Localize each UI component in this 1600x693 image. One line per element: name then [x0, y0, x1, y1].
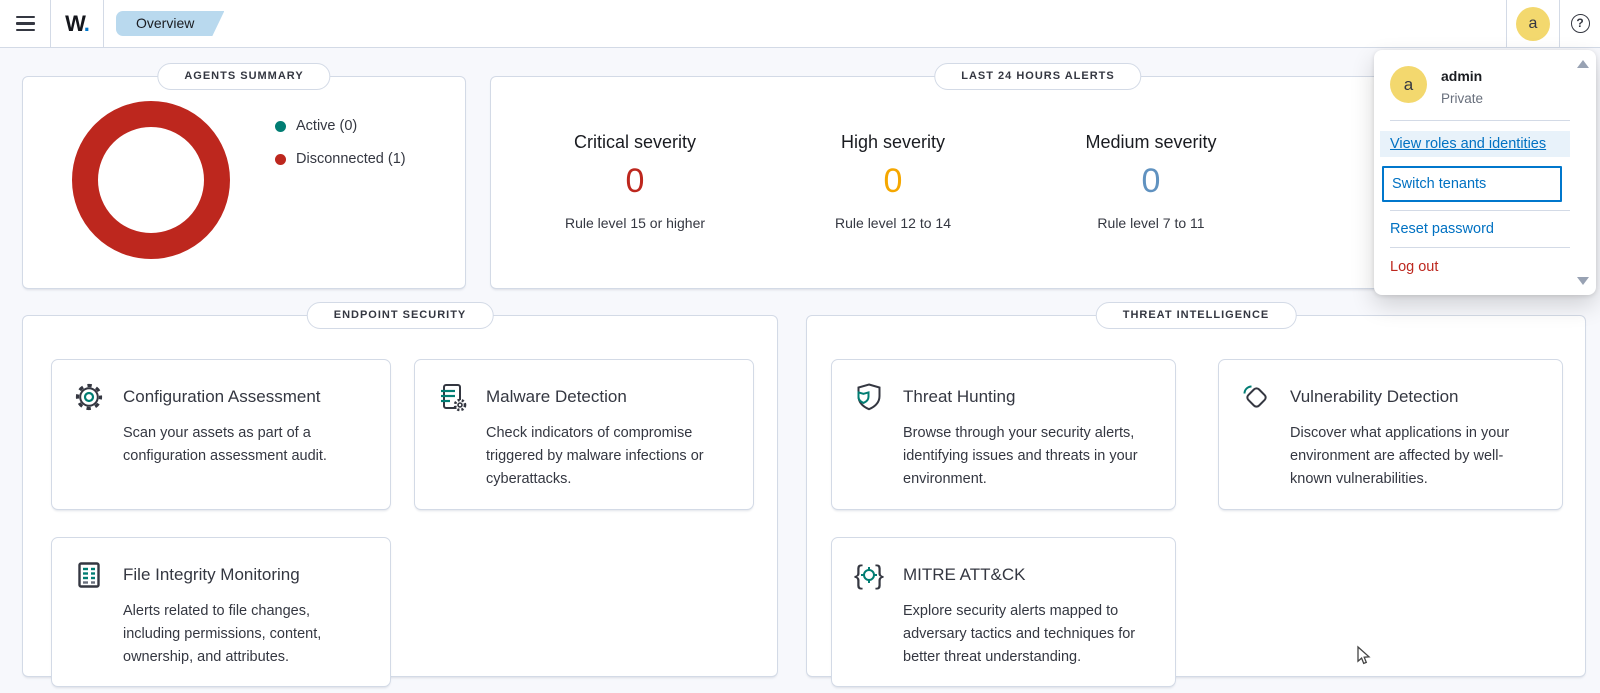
severity-row: Critical severity 0 Rule level 15 or hig… [506, 132, 1280, 231]
severity-caption: Rule level 15 or higher [506, 215, 764, 231]
high-severity-column: High severity 0 Rule level 12 to 14 [764, 132, 1022, 231]
card-file-integrity-monitoring[interactable]: File Integrity Monitoring Alerts related… [51, 537, 391, 688]
gear-icon [72, 380, 106, 414]
mitre-crosshair-icon: { } [852, 558, 886, 592]
legend-label: Active (0) [296, 118, 357, 134]
tenant-label: Private [1441, 91, 1483, 106]
user-dropdown-menu: a admin Private View roles and identitie… [1374, 50, 1596, 295]
topbar-divider [103, 0, 104, 47]
user-avatar[interactable]: a [1516, 7, 1550, 41]
file-list-icon [72, 558, 106, 592]
logo-text: W [65, 11, 84, 36]
card-title: Vulnerability Detection [1290, 387, 1459, 407]
card-title: MITRE ATT&CK [903, 565, 1025, 585]
card-malware-detection[interactable]: Malware Detection Check indicators of co… [414, 359, 754, 510]
alerts-panel-title: LAST 24 HOURS ALERTS [934, 63, 1141, 90]
card-description: Discover what applications in your envir… [1290, 422, 1542, 491]
menu-item-view-roles[interactable]: View roles and identities [1380, 131, 1570, 157]
legend-label: Disconnected (1) [296, 151, 406, 167]
top-bar: W. Overview a ? [0, 0, 1600, 48]
card-description: Scan your assets as part of a configurat… [123, 422, 370, 468]
high-severity-count[interactable]: 0 [764, 161, 1022, 201]
legend-item-disconnected[interactable]: Disconnected (1) [275, 151, 406, 167]
card-configuration-assessment[interactable]: Configuration Assessment Scan your asset… [51, 359, 391, 510]
endpoint-security-panel: ENDPOINT SECURITY Configuration Assessme… [22, 315, 778, 677]
menu-item-switch-tenants[interactable]: Switch tenants [1382, 166, 1562, 202]
card-title: Malware Detection [486, 387, 627, 407]
document-gear-icon [435, 380, 469, 414]
wazuh-logo[interactable]: W. [51, 11, 103, 37]
card-threat-hunting[interactable]: Threat Hunting Browse through your secur… [831, 359, 1176, 510]
avatar: a [1390, 66, 1427, 103]
legend-item-active[interactable]: Active (0) [275, 118, 406, 134]
card-description: Explore security alerts mapped to advers… [903, 600, 1155, 669]
severity-caption: Rule level 7 to 11 [1022, 215, 1280, 231]
endpoint-security-title: ENDPOINT SECURITY [307, 302, 494, 329]
severity-caption: Rule level 12 to 14 [764, 215, 1022, 231]
menu-divider [1390, 120, 1570, 121]
threat-intelligence-title: THREAT INTELLIGENCE [1096, 302, 1297, 329]
card-title: Threat Hunting [903, 387, 1015, 407]
agents-donut-chart [71, 100, 231, 265]
user-menu-header: a admin Private [1374, 50, 1596, 106]
card-title: Configuration Assessment [123, 387, 321, 407]
severity-label: Medium severity [1022, 132, 1280, 153]
tab-overview[interactable]: Overview [116, 11, 224, 36]
critical-severity-count[interactable]: 0 [506, 161, 764, 201]
disconnected-dot-icon [275, 154, 286, 165]
medium-severity-count[interactable]: 0 [1022, 161, 1280, 201]
menu-item-log-out[interactable]: Log out [1374, 248, 1570, 286]
card-mitre-attack[interactable]: { } MITRE ATT&CK Explore security alerts… [831, 537, 1176, 688]
scroll-down-icon[interactable] [1577, 277, 1589, 285]
vulnerability-icon [1239, 380, 1273, 414]
medium-severity-column: Medium severity 0 Rule level 7 to 11 [1022, 132, 1280, 231]
critical-severity-column: Critical severity 0 Rule level 15 or hig… [506, 132, 764, 231]
card-description: Alerts related to file changes, includin… [123, 600, 370, 669]
card-description: Browse through your security alerts, ide… [903, 422, 1155, 491]
logo-dot: . [84, 11, 89, 36]
card-description: Check indicators of compromise triggered… [486, 422, 733, 491]
shield-icon [852, 380, 886, 414]
agents-legend: Active (0) Disconnected (1) [275, 118, 406, 167]
agents-summary-panel: AGENTS SUMMARY Active (0) Disconnected (… [22, 76, 466, 289]
card-vulnerability-detection[interactable]: Vulnerability Detection Discover what ap… [1218, 359, 1563, 510]
threat-intelligence-panel: THREAT INTELLIGENCE Threat Hunting Brows… [806, 315, 1586, 677]
help-icon[interactable]: ? [1571, 14, 1590, 33]
scroll-up-icon[interactable] [1577, 60, 1589, 68]
severity-label: Critical severity [506, 132, 764, 153]
menu-hamburger-icon[interactable] [0, 0, 50, 48]
menu-item-reset-password[interactable]: Reset password [1374, 211, 1570, 247]
username: admin [1441, 68, 1483, 84]
agents-summary-title: AGENTS SUMMARY [157, 63, 330, 90]
active-dot-icon [275, 121, 286, 132]
card-title: File Integrity Monitoring [123, 565, 300, 585]
severity-label: High severity [764, 132, 1022, 153]
